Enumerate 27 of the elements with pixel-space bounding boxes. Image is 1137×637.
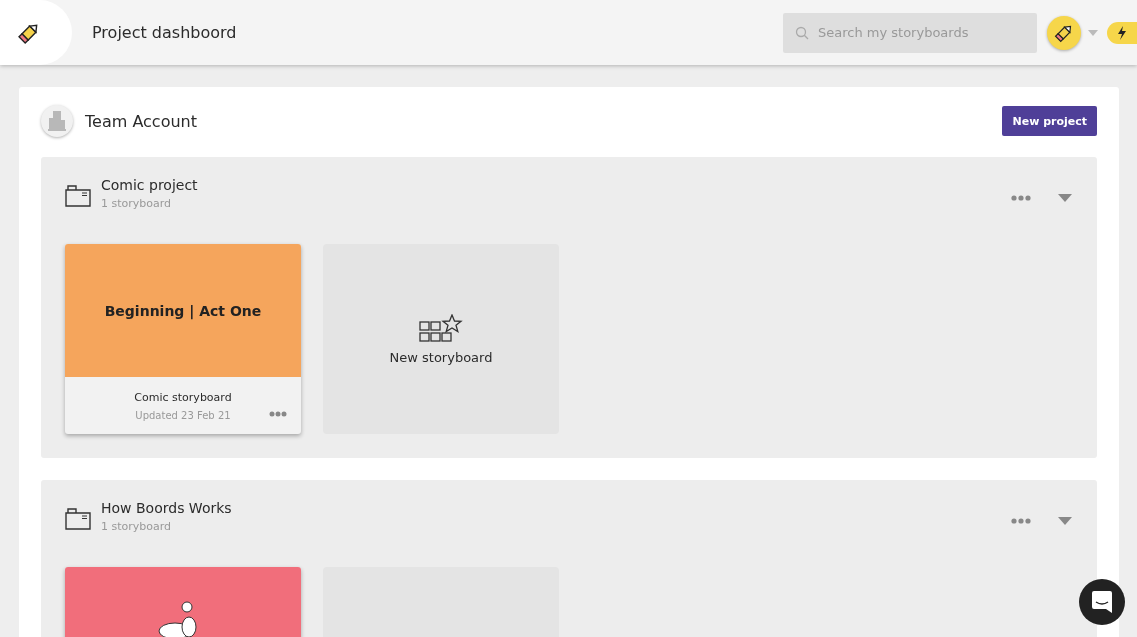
upgrade-button[interactable] xyxy=(1107,21,1137,44)
avatar-button[interactable] xyxy=(1047,15,1081,50)
frames-star-icon xyxy=(419,313,463,344)
search-field[interactable]: Search my storyboards xyxy=(783,12,1037,53)
more-icon[interactable] xyxy=(269,411,287,417)
folder-icon xyxy=(65,508,91,530)
caret-icon[interactable] xyxy=(1057,516,1073,526)
folder-icon xyxy=(65,185,91,207)
more-icon[interactable] xyxy=(1011,195,1031,201)
caret-icon[interactable] xyxy=(1057,193,1073,203)
new-project-button[interactable]: New project xyxy=(1002,106,1097,136)
page-title: Project dashboord xyxy=(92,23,237,42)
building-icon xyxy=(41,105,73,137)
chat-icon xyxy=(1091,590,1113,614)
new-storyboard-button[interactable]: New storyboard xyxy=(323,244,559,434)
storyboard-name: Comic storyboard xyxy=(134,390,232,404)
cover-title: Beginning | Act One xyxy=(104,302,262,319)
project-name: How Boords Works xyxy=(101,500,232,516)
team-name: Team Account xyxy=(85,111,197,131)
lightning-icon xyxy=(1117,25,1127,40)
storyboard-count: 1 storyboard xyxy=(101,520,173,533)
updated-date: Updated 23 Feb 21 xyxy=(135,409,231,421)
storyboard-card[interactable]: Beginning | Act One Comic storyboard Updated 23 Feb 21 xyxy=(65,244,301,434)
caret-icon[interactable] xyxy=(1087,28,1099,37)
storyboard-count: 1 storyboard xyxy=(101,197,173,210)
project-name: Comic project xyxy=(101,177,198,193)
more-icon[interactable] xyxy=(1011,518,1031,524)
